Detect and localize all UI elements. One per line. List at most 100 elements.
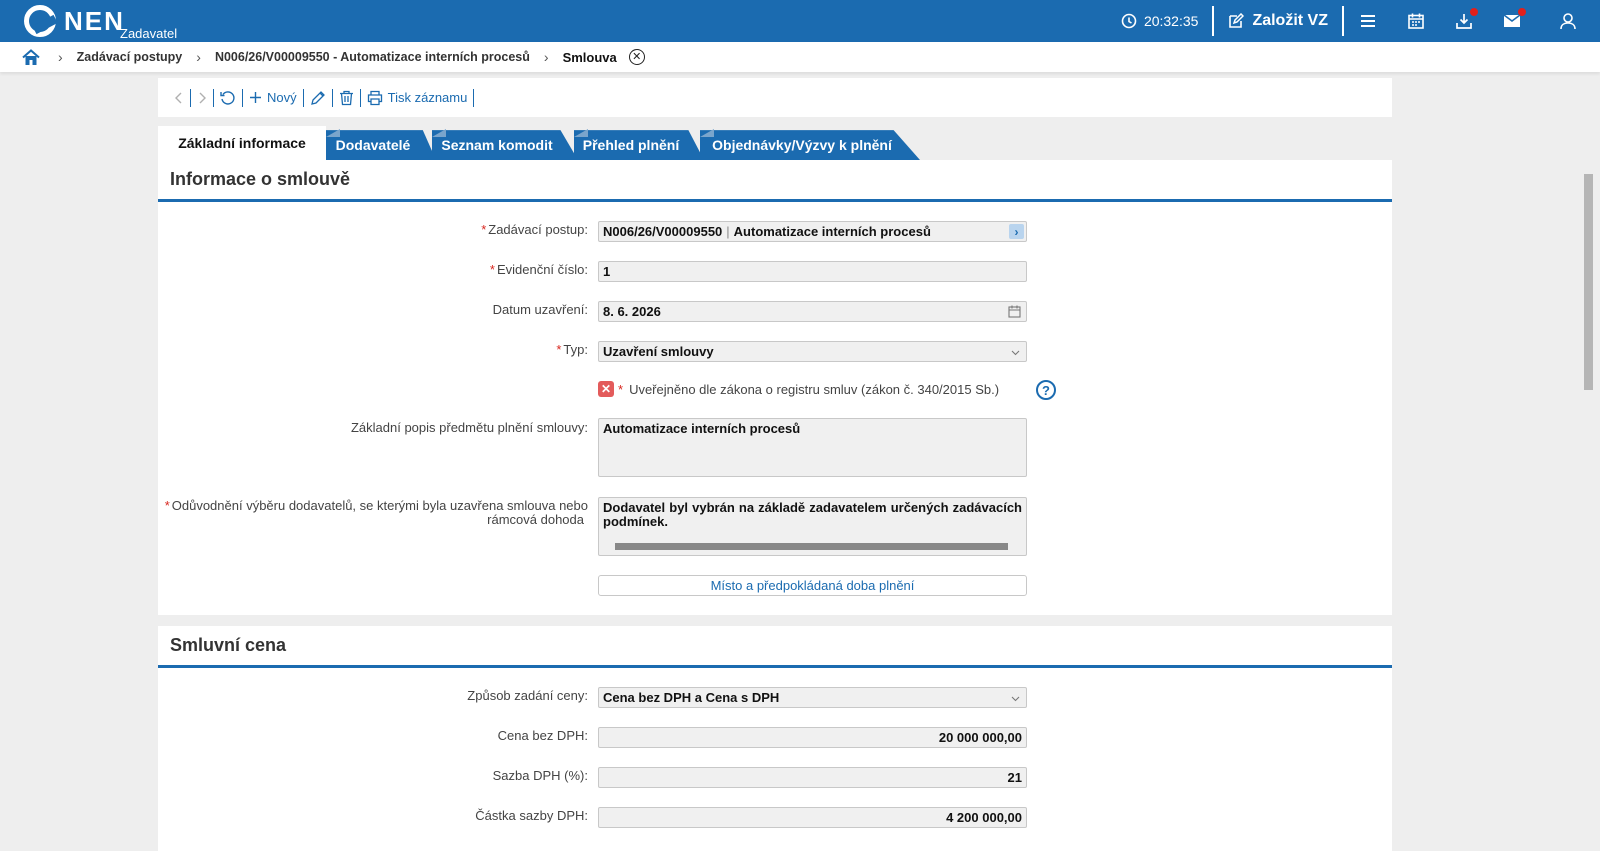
trash-icon (339, 90, 353, 105)
evidence-number-field[interactable]: 1 (598, 261, 1027, 282)
pencil-icon (310, 90, 325, 105)
chevron-down-icon (1011, 350, 1020, 356)
field-label: Sazba DPH (%): (492, 768, 588, 783)
logo-text[interactable]: NEN (64, 6, 125, 37)
mail-icon (1503, 14, 1521, 27)
justification-textarea[interactable]: Dodavatel byl vybrán na základě zadavate… (598, 497, 1027, 556)
field-label: Způsob zadání ceny: (467, 688, 588, 703)
field-label: * Zadávací postup: (481, 222, 588, 237)
procedure-field[interactable]: N006/26/V00009550 | Automatizace interní… (598, 221, 1027, 242)
published-label: Uveřejněno dle zákona o registru smluv (… (629, 381, 1000, 397)
record-toolbar: Nový Tisk záznamu (158, 78, 1392, 117)
procedure-separator: | (726, 224, 730, 239)
breadcrumb-current: Smlouva (562, 49, 617, 65)
published-checkbox[interactable]: ✕ (598, 381, 614, 397)
description-textarea[interactable]: Automatizace interních procesů (598, 418, 1027, 477)
breadcrumb-item-procedures[interactable]: Zadávací postupy (77, 50, 183, 64)
calendar-icon[interactable] (1008, 305, 1021, 318)
tab-basic-info[interactable]: Základní informace (158, 126, 326, 160)
required-marker: * (618, 381, 624, 397)
notification-dot (1470, 8, 1478, 16)
session-clock: 20:32:35 (1121, 13, 1213, 29)
downloads-button[interactable] (1440, 0, 1488, 42)
contract-info-section: Informace o smlouvě * Zadávací postup: N0… (158, 160, 1392, 615)
create-tender-label: Založit VZ (1252, 12, 1328, 29)
tab-label: Seznam komodit (441, 137, 553, 153)
open-procedure-button[interactable]: › (1009, 224, 1024, 239)
justification-text: Dodavatel byl vybrán na základě zadavate… (603, 500, 1022, 529)
hamburger-icon (1361, 15, 1375, 27)
required-marker: * (481, 222, 487, 237)
home-icon[interactable] (22, 48, 40, 66)
messages-button[interactable] (1488, 0, 1536, 42)
tab-label: Objednávky/Výzvy k plnění (712, 137, 892, 153)
clock-time: 20:32:35 (1143, 13, 1199, 29)
plus-icon (250, 92, 261, 103)
new-record-label: Nový (267, 90, 297, 105)
field-label: Částka sazby DPH: (475, 808, 588, 823)
close-icon[interactable]: ✕ (628, 49, 645, 65)
field-label: * Odůvodnění výběru dodavatelů, se kterým… (164, 498, 588, 527)
delete-record-button[interactable] (333, 88, 360, 108)
price-method-select[interactable]: Cena bez DPH a Cena s DPH (598, 687, 1027, 708)
clock-icon (1121, 13, 1137, 29)
refresh-icon (220, 90, 235, 105)
tab-label: Dodavatelé (335, 137, 411, 153)
tab-fulfillment-overview[interactable]: Přehled plnění (574, 126, 704, 160)
vat-amount-field[interactable]: 4 200 000,00 (598, 807, 1027, 828)
nen-logo-icon[interactable] (24, 5, 56, 37)
edit-icon (1229, 13, 1245, 28)
chevron-down-icon (1011, 696, 1020, 702)
vat-rate-field[interactable]: 21 (598, 767, 1027, 788)
chevron-right-icon (199, 92, 206, 103)
tab-commodities[interactable]: Seznam komodit (432, 126, 578, 160)
date-field[interactable]: 8. 6. 2026 (598, 301, 1027, 322)
required-marker: * (489, 262, 495, 277)
next-record-button[interactable] (191, 88, 213, 108)
toolbar-divider (473, 88, 475, 107)
user-button[interactable] (1536, 0, 1600, 42)
top-bar: NEN Zadavatel 20:32:35 Založit VZ (0, 0, 1600, 42)
tab-label: Přehled plnění (582, 137, 680, 153)
print-record-label: Tisk záznamu (387, 90, 468, 105)
chevron-right-icon: › (543, 49, 549, 65)
contract-price-section: Smluvní cena Způsob zadání ceny: Cena be… (158, 626, 1392, 851)
field-label: Datum uzavření: (492, 302, 588, 317)
chevron-left-icon (175, 92, 182, 103)
required-marker: * (164, 498, 170, 513)
horizontal-scrollbar[interactable] (615, 543, 1008, 550)
notification-dot (1518, 8, 1526, 16)
tab-orders[interactable]: Objednávky/Výzvy k plnění (700, 126, 920, 160)
date-value: 8. 6. 2026 (603, 304, 661, 319)
printer-icon (367, 90, 382, 105)
chevron-right-icon: › (58, 49, 63, 65)
calendar-button[interactable] (1392, 0, 1440, 42)
type-value: Uzavření smlouvy (603, 344, 714, 359)
section-title: Smluvní cena (158, 626, 1392, 668)
chevron-right-icon: › (196, 49, 201, 65)
required-marker: * (556, 342, 562, 357)
refresh-button[interactable] (214, 88, 242, 108)
procedure-code: N006/26/V00009550 (603, 224, 723, 239)
breadcrumb: › Zadávací postupy › N006/26/V00009550 -… (0, 42, 1600, 72)
new-record-button[interactable]: Nový (243, 88, 303, 108)
calendar-icon (1408, 13, 1424, 29)
previous-record-button[interactable] (168, 88, 190, 108)
breadcrumb-item-procedure[interactable]: N006/26/V00009550 - Automatizace interní… (215, 50, 530, 64)
field-label: Základní popis předmětu plnění smlouvy: (350, 420, 588, 435)
place-and-duration-button[interactable]: Místo a předpokládaná doba plnění (598, 575, 1027, 596)
help-icon[interactable]: ? (1036, 380, 1056, 400)
section-title: Informace o smlouvě (158, 160, 1392, 202)
field-label: * Typ: (556, 342, 588, 357)
create-tender-button[interactable]: Založit VZ (1214, 12, 1342, 30)
edit-record-button[interactable] (304, 88, 332, 108)
price-method-value: Cena bez DPH a Cena s DPH (603, 690, 780, 705)
type-select[interactable]: Uzavření smlouvy (598, 341, 1027, 362)
net-price-field[interactable]: 20 000 000,00 (598, 727, 1027, 748)
page-scrollbar[interactable] (1584, 174, 1593, 390)
tab-suppliers[interactable]: Dodavatelé (326, 126, 436, 160)
menu-button[interactable] (1344, 0, 1392, 42)
print-record-button[interactable]: Tisk záznamu (361, 88, 474, 108)
published-checkbox-row: ✕ * Uveřejněno dle zákona o registru sml… (598, 381, 999, 397)
tab-label: Základní informace (178, 135, 306, 151)
